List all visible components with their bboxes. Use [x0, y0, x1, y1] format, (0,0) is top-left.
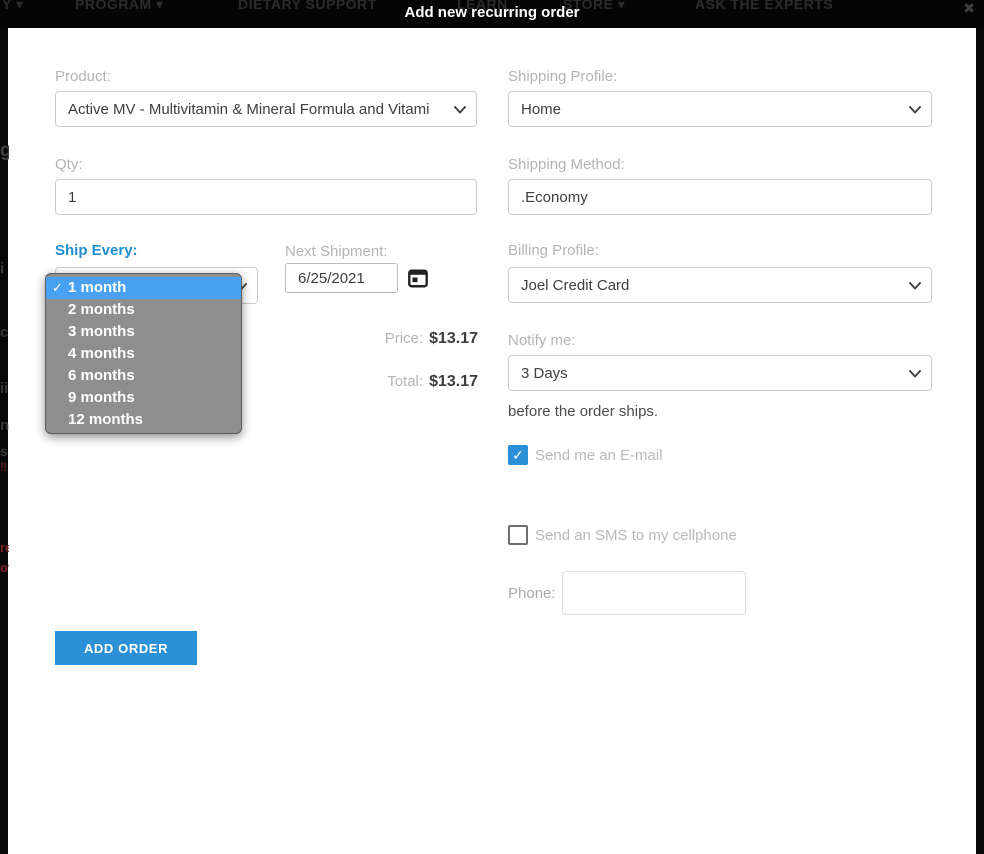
notify-me-label: Notify me: [508, 332, 576, 349]
sms-checkbox-label: Send an SMS to my cellphone [535, 527, 737, 544]
dropdown-option-label: 4 months [68, 345, 135, 362]
phone-input[interactable] [562, 571, 746, 615]
shipping-profile-label: Shipping Profile: [508, 68, 617, 85]
page: Y ▾ PROGRAM ▾ DIETARY SUPPORT LEARN STOR… [0, 0, 984, 854]
total-row: Total: $13.17 [285, 373, 478, 391]
dropdown-option-label: 2 months [68, 301, 135, 318]
price-label: Price: [385, 330, 423, 347]
billing-profile-label: Billing Profile: [508, 242, 599, 259]
chevron-down-icon [909, 282, 921, 290]
notify-me-select[interactable]: 3 Days [508, 355, 932, 391]
total-value: $13.17 [429, 373, 478, 391]
billing-profile-value: Joel Credit Card [521, 277, 629, 294]
background-text-fragment: re [0, 541, 9, 554]
background-text-fragment: !! [0, 461, 9, 473]
background-edge: g i c ii n s !! re ot [0, 28, 8, 854]
dropdown-option-label: 9 months [68, 389, 135, 406]
billing-profile-select[interactable]: Joel Credit Card [508, 267, 932, 303]
email-checkbox[interactable]: ✓ [508, 445, 528, 465]
modal-title: Add new recurring order [0, 4, 984, 21]
next-shipment-input[interactable] [285, 263, 398, 293]
background-text-fragment: i [0, 261, 9, 276]
top-navigation-bar: Y ▾ PROGRAM ▾ DIETARY SUPPORT LEARN STOR… [0, 0, 984, 28]
dropdown-option-label: 6 months [68, 367, 135, 384]
add-recurring-order-modal: Product: Active MV - Multivitamin & Mine… [8, 28, 976, 854]
ship-every-dropdown: ✓ 1 month 2 months 3 months 4 months 6 m… [45, 273, 242, 434]
calendar-icon[interactable] [407, 267, 429, 289]
next-shipment-label: Next Shipment: [285, 243, 388, 260]
dropdown-option[interactable]: 2 months [46, 299, 241, 321]
total-label: Total: [387, 373, 423, 390]
dropdown-option[interactable]: 9 months [46, 387, 241, 409]
dropdown-option-selected[interactable]: ✓ 1 month [46, 277, 241, 299]
dropdown-option-label: 1 month [68, 279, 126, 296]
notify-suffix-text: before the order ships. [508, 403, 658, 420]
dropdown-option[interactable]: 12 months [46, 409, 241, 431]
price-row: Price: $13.17 [285, 330, 478, 348]
qty-input[interactable] [55, 179, 477, 215]
background-text-fragment: ii [0, 381, 9, 396]
chevron-down-icon [909, 370, 921, 378]
close-icon[interactable]: ✖ [963, 0, 975, 17]
product-label: Product: [55, 68, 111, 85]
check-icon: ✓ [52, 277, 63, 299]
shipping-method-input[interactable] [508, 179, 932, 215]
shipping-profile-select[interactable]: Home [508, 91, 932, 127]
qty-label: Qty: [55, 156, 83, 173]
email-checkbox-row: ✓ Send me an E-mail [508, 445, 663, 465]
dropdown-option[interactable]: 3 months [46, 321, 241, 343]
email-checkbox-label: Send me an E-mail [535, 447, 663, 464]
background-text-fragment: g [0, 141, 9, 160]
product-select[interactable]: Active MV - Multivitamin & Mineral Formu… [55, 91, 477, 127]
dropdown-option-label: 12 months [68, 411, 143, 428]
price-value: $13.17 [429, 330, 478, 348]
sms-checkbox[interactable] [508, 525, 528, 545]
dropdown-option-label: 3 months [68, 323, 135, 340]
background-text-fragment: s [0, 444, 9, 458]
sms-checkbox-row: Send an SMS to my cellphone [508, 525, 737, 545]
background-text-fragment: c [0, 325, 9, 340]
notify-me-value: 3 Days [521, 365, 568, 382]
shipping-method-label: Shipping Method: [508, 156, 625, 173]
background-text-fragment: ot [0, 561, 9, 574]
add-order-button[interactable]: ADD ORDER [55, 631, 197, 665]
check-icon: ✓ [512, 447, 524, 464]
shipping-profile-value: Home [521, 101, 561, 118]
dropdown-option[interactable]: 6 months [46, 365, 241, 387]
product-select-value: Active MV - Multivitamin & Mineral Formu… [68, 101, 430, 118]
dropdown-option[interactable]: 4 months [46, 343, 241, 365]
chevron-down-icon [909, 106, 921, 114]
phone-label: Phone: [508, 585, 556, 602]
background-text-fragment: n [0, 418, 9, 433]
ship-every-label[interactable]: Ship Every: [55, 242, 138, 259]
chevron-down-icon [454, 106, 466, 114]
